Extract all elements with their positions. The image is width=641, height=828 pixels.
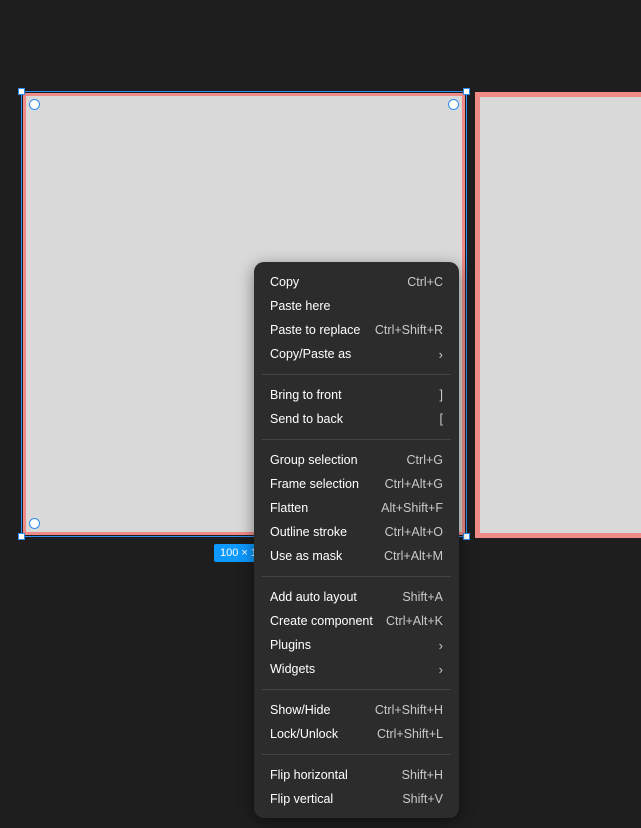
- menu-separator: [262, 754, 451, 755]
- menu-item-shortcut: ]: [439, 388, 443, 402]
- menu-item-label: Outline stroke: [270, 525, 348, 539]
- menu-item-send-to-back[interactable]: Send to back [: [254, 407, 459, 431]
- menu-item-paste-here[interactable]: Paste here: [254, 294, 459, 318]
- menu-separator: [262, 439, 451, 440]
- chevron-right-icon: ›: [438, 346, 443, 362]
- menu-item-flip-vertical[interactable]: Flip vertical Shift+V: [254, 787, 459, 811]
- corner-radius-handle-bottom-left[interactable]: [29, 518, 40, 529]
- menu-item-add-auto-layout[interactable]: Add auto layout Shift+A: [254, 585, 459, 609]
- menu-separator: [262, 374, 451, 375]
- menu-item-outline-stroke[interactable]: Outline stroke Ctrl+Alt+O: [254, 520, 459, 544]
- menu-item-shortcut: Ctrl+Shift+R: [374, 323, 443, 337]
- menu-item-label: Flip horizontal: [270, 768, 348, 782]
- menu-item-shortcut: Ctrl+Alt+G: [384, 477, 443, 491]
- menu-item-shortcut: Shift+H: [401, 768, 443, 782]
- resize-handle-top-left[interactable]: [18, 88, 25, 95]
- menu-item-shortcut: [: [439, 412, 443, 426]
- menu-separator: [262, 576, 451, 577]
- menu-item-bring-to-front[interactable]: Bring to front]: [254, 383, 459, 407]
- menu-item-shortcut: Alt+Shift+F: [381, 501, 443, 515]
- menu-item-shortcut: Ctrl+Shift+H: [374, 703, 443, 717]
- menu-item-copy-paste-as[interactable]: Copy/Paste as ›: [254, 342, 459, 366]
- menu-item-shortcut: Ctrl+Alt+O: [384, 525, 443, 539]
- menu-item-flatten[interactable]: Flatten Alt+Shift+F: [254, 496, 459, 520]
- menu-item-use-as-mask[interactable]: Use as mask Ctrl+Alt+M: [254, 544, 459, 568]
- menu-item-label: Create component: [270, 614, 373, 628]
- menu-item-label: Plugins: [270, 638, 311, 652]
- menu-item-shortcut: Ctrl+Shift+L: [376, 727, 443, 741]
- resize-handle-top-right[interactable]: [463, 88, 470, 95]
- menu-item-plugins[interactable]: Plugins ›: [254, 633, 459, 657]
- resize-handle-bottom-right[interactable]: [463, 533, 470, 540]
- menu-item-shortcut: Ctrl+Alt+K: [386, 614, 443, 628]
- chevron-right-icon: ›: [438, 637, 443, 653]
- menu-item-label: Paste to replace: [270, 323, 361, 337]
- menu-item-label: Frame selection: [270, 477, 359, 491]
- menu-item-label: Add auto layout: [270, 590, 357, 604]
- menu-item-create-component[interactable]: Create component Ctrl+Alt+K: [254, 609, 459, 633]
- menu-item-label: Use as mask: [270, 549, 343, 563]
- menu-item-label: Group selection: [270, 453, 358, 467]
- menu-item-label: Bring to front: [270, 388, 342, 402]
- menu-item-label: Flip vertical: [270, 792, 334, 806]
- menu-item-shortcut: Ctrl+Alt+M: [383, 549, 443, 563]
- menu-item-label: Paste here: [270, 299, 331, 313]
- menu-item-label: Show/Hide: [270, 703, 331, 717]
- menu-item-label: Send to back: [270, 412, 343, 426]
- corner-radius-handle-top-left[interactable]: [29, 99, 40, 110]
- menu-item-label: Lock/Unlock: [270, 727, 339, 741]
- menu-item-group-selection[interactable]: Group selection Ctrl+G: [254, 448, 459, 472]
- menu-item-paste-to-replace[interactable]: Paste to replace Ctrl+Shift+R: [254, 318, 459, 342]
- frame-rectangle-right[interactable]: [475, 92, 641, 538]
- menu-item-label: Copy: [270, 275, 300, 289]
- menu-item-flip-horizontal[interactable]: Flip horizontal Shift+H: [254, 763, 459, 787]
- menu-item-lock-unlock[interactable]: Lock/Unlock Ctrl+Shift+L: [254, 722, 459, 746]
- corner-radius-handle-top-right[interactable]: [448, 99, 459, 110]
- menu-item-widgets[interactable]: Widgets ›: [254, 657, 459, 681]
- menu-item-shortcut: Ctrl+G: [406, 453, 443, 467]
- menu-item-label: Widgets: [270, 662, 316, 676]
- menu-item-label: Copy/Paste as: [270, 347, 352, 361]
- menu-item-copy[interactable]: Copy Ctrl+C: [254, 270, 459, 294]
- menu-item-frame-selection[interactable]: Frame selection Ctrl+Alt+G: [254, 472, 459, 496]
- design-canvas[interactable]: 100 × 1 Copy Ctrl+C Paste here Paste to rep…: [0, 0, 641, 828]
- menu-item-shortcut: Shift+V: [402, 792, 443, 806]
- context-menu: Copy Ctrl+C Paste here Paste to replace Ctrl…: [254, 262, 459, 818]
- menu-item-shortcut: Shift+A: [402, 590, 443, 604]
- chevron-right-icon: ›: [438, 661, 443, 677]
- menu-item-show-hide[interactable]: Show/Hide Ctrl+Shift+H: [254, 698, 459, 722]
- resize-handle-bottom-left[interactable]: [18, 533, 25, 540]
- menu-separator: [262, 689, 451, 690]
- menu-item-shortcut: Ctrl+C: [407, 275, 443, 289]
- menu-item-label: Flatten: [270, 501, 309, 515]
